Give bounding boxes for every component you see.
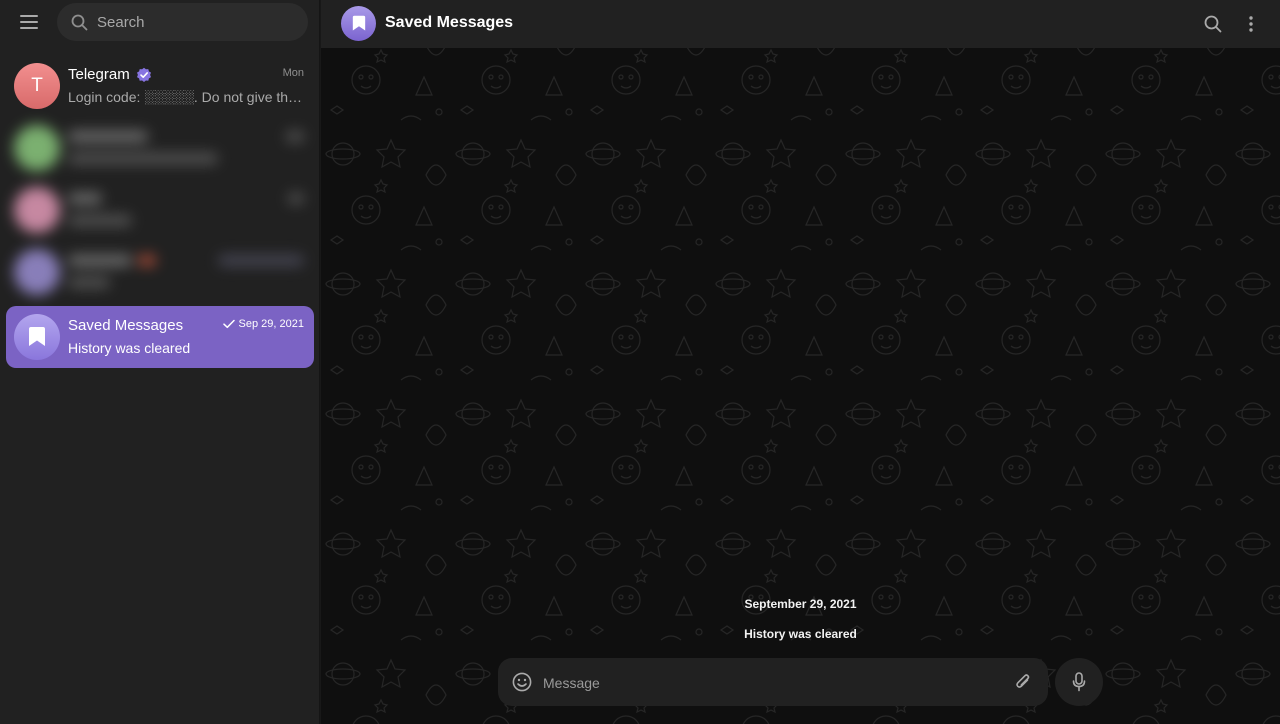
- chat-header-avatar[interactable]: [341, 6, 376, 41]
- chat-name-row: Saved Messages: [68, 317, 183, 334]
- more-button[interactable]: [1235, 8, 1267, 40]
- background-pattern: [321, 0, 1280, 724]
- chat-time: Sep 29, 2021: [238, 318, 304, 330]
- chat-name: Saved Messages: [68, 317, 184, 334]
- chat-time: Mon: [282, 67, 304, 79]
- chat-search-button[interactable]: [1197, 8, 1229, 40]
- sidebar: Search T Telegram Login code: ░░░░░. Do …: [0, 0, 320, 724]
- bookmark-icon: [29, 327, 45, 346]
- chat-title[interactable]: Saved Messages: [385, 14, 513, 32]
- mic-icon: [1072, 672, 1086, 692]
- attach-icon[interactable]: [1014, 671, 1032, 693]
- date-separator: September 29, 2021: [744, 597, 857, 611]
- menu-button[interactable]: [12, 6, 46, 38]
- chat-header: Saved Messages: [321, 0, 1280, 48]
- search-icon: [71, 14, 88, 30]
- chat-item-telegram[interactable]: T Telegram Login code: ░░░░░. Do not giv…: [6, 55, 314, 117]
- voice-record-button[interactable]: [1055, 658, 1103, 706]
- check-icon: [222, 319, 235, 329]
- avatar: [14, 187, 60, 233]
- message-input[interactable]: Message: [543, 675, 600, 691]
- verified-icon: [136, 67, 151, 82]
- chat-panel: Saved Messages September 29, 2021 Histor…: [321, 0, 1280, 724]
- chat-item-hidden[interactable]: [6, 117, 314, 179]
- chat-time-row: Sep 29, 2021: [222, 318, 304, 330]
- avatar: T: [14, 63, 60, 109]
- service-message: History was cleared: [744, 627, 857, 641]
- chat-item-saved-messages[interactable]: Saved Messages History was cleared Sep 2…: [6, 306, 314, 368]
- chat-item-hidden[interactable]: [6, 241, 314, 303]
- more-vertical-icon: [1249, 16, 1253, 32]
- chat-item-hidden[interactable]: [6, 179, 314, 241]
- chat-name: Telegram: [68, 66, 130, 83]
- emoji-icon[interactable]: [512, 672, 532, 692]
- chat-preview: History was cleared: [68, 340, 191, 356]
- avatar: [14, 249, 60, 295]
- menu-icon: [20, 15, 38, 29]
- chat-name-row: Telegram: [68, 66, 152, 83]
- search-placeholder: Search: [97, 13, 145, 31]
- search-input[interactable]: Search: [57, 3, 308, 41]
- bookmark-icon: [352, 15, 365, 31]
- avatar: [14, 314, 60, 360]
- avatar: [14, 125, 60, 171]
- chat-preview: Login code: ░░░░░. Do not give this c...: [68, 89, 304, 105]
- avatar-letter: T: [31, 75, 43, 96]
- message-composer[interactable]: Message: [498, 658, 1048, 706]
- search-icon: [1204, 15, 1222, 33]
